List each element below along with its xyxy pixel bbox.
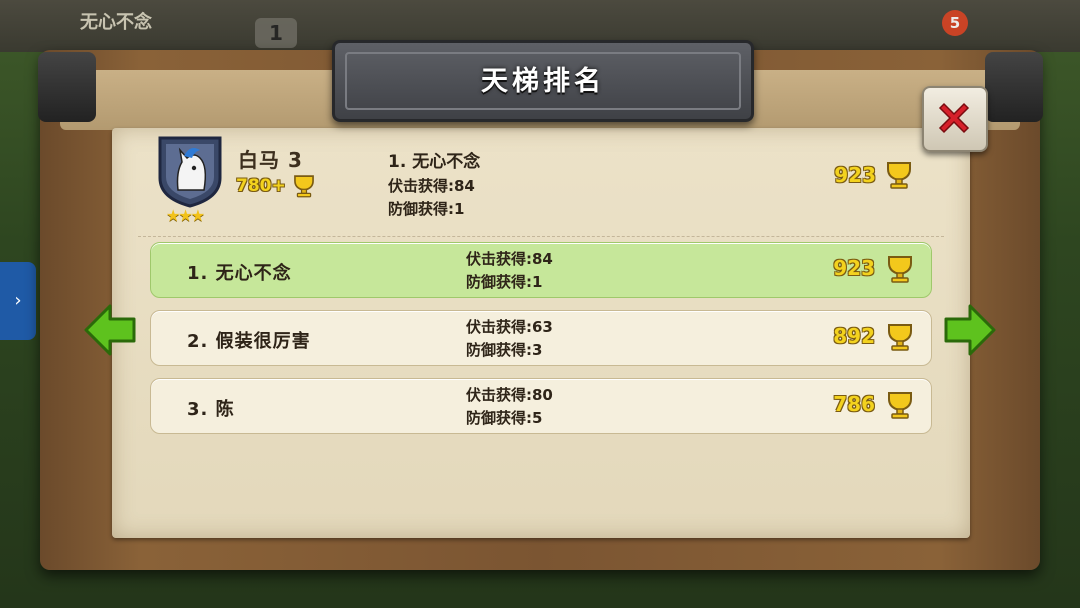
close-x-icon: [938, 102, 970, 134]
rank-label: 2. 假装很厉害: [187, 331, 311, 352]
attack-gain: 伏击获得:84: [466, 250, 553, 268]
current-top-rank: 1. 无心不念: [388, 152, 481, 172]
spike-ornament-right: [985, 52, 1043, 122]
attack-gain: 伏击获得:80: [466, 386, 553, 404]
attack-gain: 伏击获得:63: [466, 318, 553, 336]
ranking-row[interactable]: 2. 假装很厉害 伏击获得:63 防御获得:3 892: [150, 310, 932, 366]
background-counter: 1: [255, 18, 297, 48]
star-icon: ★: [166, 206, 180, 225]
header-score: 923: [834, 163, 876, 187]
arrow-right-icon[interactable]: [942, 302, 998, 358]
player-stars: ★★★: [166, 206, 205, 225]
trophy-score: 786: [833, 392, 875, 416]
trophy-cup-icon: [888, 256, 912, 283]
close-button[interactable]: [922, 86, 988, 152]
header-attack-gain: 伏击获得:84: [388, 177, 475, 195]
star-icon: ★: [178, 206, 192, 225]
page-title: 天梯排名: [481, 66, 605, 97]
trophy-score: 923: [833, 256, 875, 280]
rank-label: 1. 无心不念: [187, 263, 292, 284]
trophy-cup-icon: [887, 162, 911, 189]
player-trophy-count: 780+: [236, 176, 286, 196]
player-name: 白马 3: [238, 148, 303, 172]
star-icon: ★: [190, 206, 205, 225]
defense-gain: 防御获得:3: [466, 341, 543, 359]
trophy-score: 892: [833, 324, 875, 348]
rank-label: 3. 陈: [187, 399, 235, 420]
title-banner: 天梯排名: [332, 40, 754, 122]
defense-gain: 防御获得:5: [466, 409, 543, 427]
notification-badge: 5: [942, 10, 968, 36]
trophy-cup-icon: [888, 324, 912, 351]
background-player-name: 无心不念: [80, 12, 152, 33]
trophy-cup-icon: [888, 392, 912, 419]
spike-ornament-left: [38, 52, 96, 122]
side-drawer-tab[interactable]: ›: [0, 262, 36, 340]
white-horse-shield-icon: [158, 136, 222, 208]
ranking-row[interactable]: 3. 陈 伏击获得:80 防御获得:5 786: [150, 378, 932, 434]
defense-gain: 防御获得:1: [466, 273, 543, 291]
arrow-left-icon[interactable]: [82, 302, 138, 358]
ranking-row[interactable]: 1. 无心不念 伏击获得:84 防御获得:1 923: [150, 242, 932, 298]
trophy-cup-icon: [294, 175, 314, 198]
header-defense-gain: 防御获得:1: [388, 200, 465, 218]
